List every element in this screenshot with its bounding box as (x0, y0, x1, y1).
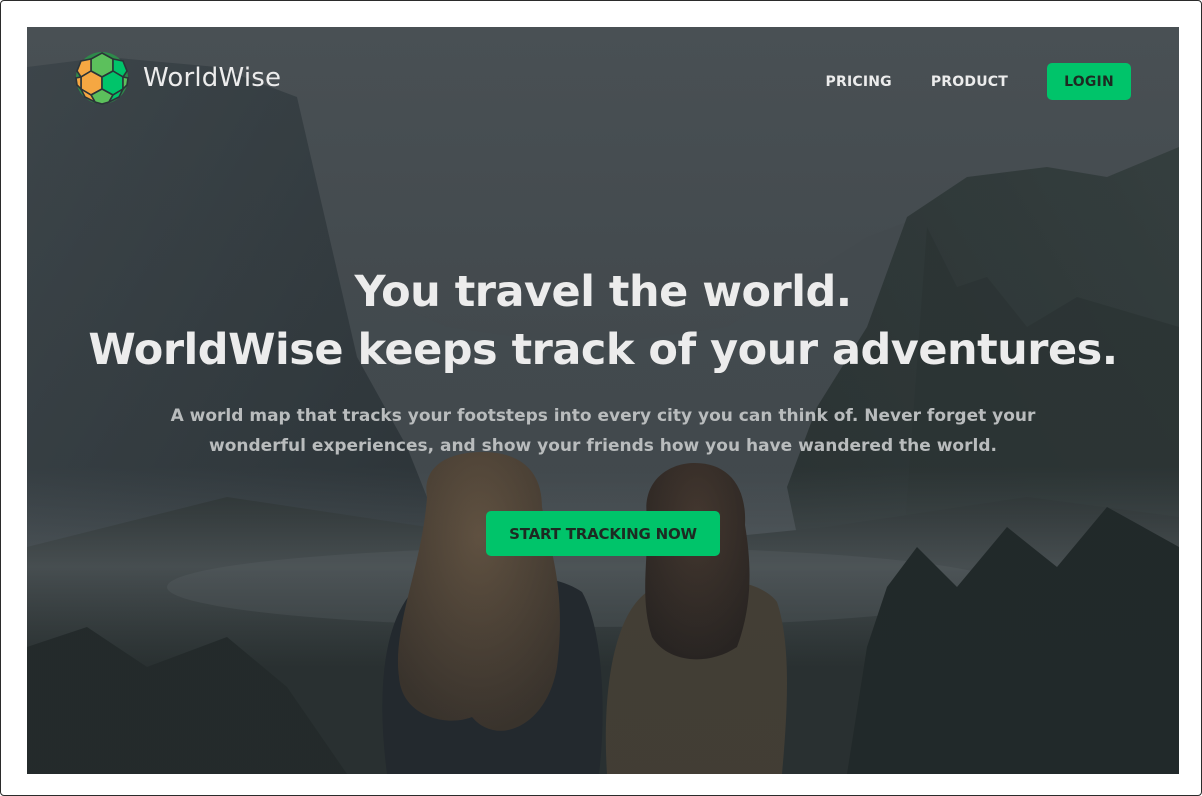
nav-links: PRICING PRODUCT LOGIN (826, 63, 1131, 100)
hero-section: WorldWise PRICING PRODUCT LOGIN You trav… (27, 27, 1179, 774)
hero-headline: You travel the world. WorldWise keeps tr… (27, 263, 1179, 379)
nav-link-pricing[interactable]: PRICING (826, 74, 892, 90)
hero-subheadline: A world map that tracks your footsteps i… (170, 406, 1036, 456)
hero-headline-line-1: You travel the world. (354, 267, 852, 317)
start-tracking-button[interactable]: START TRACKING NOW (486, 511, 720, 556)
login-button[interactable]: LOGIN (1047, 63, 1131, 100)
hero-headline-line-2: WorldWise keeps track of your adventures… (88, 325, 1118, 375)
worldwise-globe-logo-icon (75, 52, 129, 105)
nav-link-product[interactable]: PRODUCT (931, 74, 1008, 90)
brand-name: WorldWise (143, 63, 282, 93)
logo-link[interactable]: WorldWise (75, 51, 281, 105)
browser-frame: WorldWise PRICING PRODUCT LOGIN You trav… (0, 0, 1202, 796)
top-navigation: WorldWise PRICING PRODUCT LOGIN (75, 51, 1131, 111)
